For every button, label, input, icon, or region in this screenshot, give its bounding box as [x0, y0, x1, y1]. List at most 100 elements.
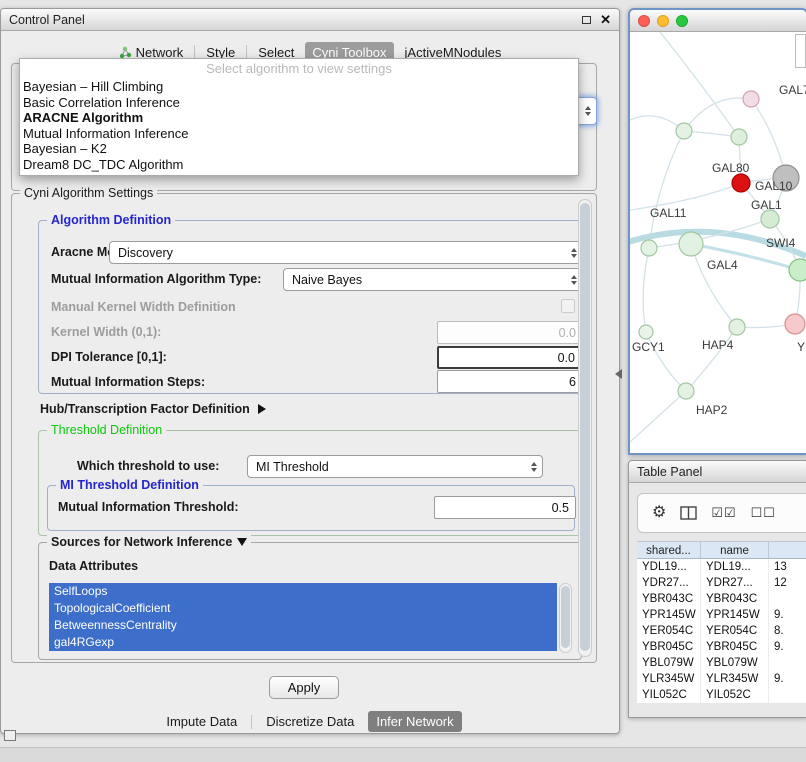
table-panel-titlebar[interactable]: Table Panel	[629, 461, 806, 483]
dpi-tolerance-label: DPI Tolerance [0,1]:	[51, 350, 167, 364]
algorithm-dropdown-placeholder[interactable]: Select algorithm to view settings	[20, 59, 578, 79]
network-node[interactable]	[785, 314, 805, 334]
columns-icon[interactable]	[680, 506, 697, 520]
table-cell: YBL079W	[701, 655, 769, 671]
algorithm-definition-group: Algorithm Definition Aracne Mode: Discov…	[38, 220, 582, 394]
network-node[interactable]	[731, 129, 747, 145]
which-threshold-combo[interactable]: MI Threshold	[247, 455, 543, 478]
table-cell: YDL19...	[637, 559, 701, 575]
table-cell: 13	[769, 559, 806, 575]
network-node[interactable]	[676, 123, 692, 139]
algorithm-option[interactable]: Bayesian – Hill Climbing	[20, 79, 578, 95]
gear-icon[interactable]: ⚙	[652, 505, 666, 521]
table-row[interactable]: YBR043CYBR043C	[637, 591, 806, 607]
algorithm-option[interactable]: Basic Correlation Inference	[20, 95, 578, 111]
mi-type-combo[interactable]: Naive Bayes	[283, 268, 583, 291]
combo-stepper-icon	[571, 248, 577, 258]
network-node[interactable]	[678, 383, 694, 399]
network-node[interactable]	[743, 91, 759, 107]
network-node[interactable]	[641, 240, 657, 256]
tab-infer-network[interactable]: Infer Network	[368, 711, 461, 732]
mi-steps-input[interactable]	[437, 370, 583, 393]
table-header-row: shared...name	[637, 541, 806, 559]
scrollbar-thumb[interactable]	[580, 203, 590, 651]
float-window-icon[interactable]	[582, 16, 591, 24]
threshold-definition-title: Threshold Definition	[47, 423, 166, 437]
table-cell: YLR345W	[701, 671, 769, 687]
table-column-header[interactable]: shared...	[637, 541, 701, 559]
table-cell	[769, 655, 806, 671]
algorithm-option[interactable]: Bayesian – K2	[20, 141, 578, 157]
table-cell: YPR145W	[701, 607, 769, 623]
attributes-list-scrollbar[interactable]	[559, 583, 572, 653]
table-row[interactable]: YDR27...YDR27...12	[637, 575, 806, 591]
network-node[interactable]	[732, 174, 750, 192]
network-edge	[684, 98, 751, 131]
settings-scrollbar[interactable]	[578, 199, 592, 657]
network-node[interactable]	[789, 259, 806, 281]
minimize-traffic-light-icon[interactable]	[657, 15, 669, 27]
attribute-list-item[interactable]: SelfLoops	[49, 583, 557, 600]
attribute-list-item[interactable]: BetweennessCentrality	[49, 617, 557, 634]
control-panel-titlebar[interactable]: Control Panel ✕	[1, 9, 619, 31]
network-node-label: GAL4	[707, 258, 738, 272]
zoom-traffic-light-icon[interactable]	[676, 15, 688, 27]
panel-splitter-arrow-icon[interactable]	[615, 369, 622, 379]
table-panel-title: Table Panel	[637, 465, 702, 479]
table-row[interactable]: YDL19...YDL19...13	[637, 559, 806, 575]
table-column-header[interactable]	[769, 541, 806, 559]
deselect-all-icon[interactable]: ☐☐	[751, 505, 776, 521]
window-title: Control Panel	[9, 13, 85, 27]
dpi-tolerance-input[interactable]	[437, 346, 583, 369]
data-attributes-list: SelfLoopsTopologicalCoefficientBetweenne…	[49, 583, 557, 653]
expander-expanded-icon	[237, 538, 247, 546]
close-icon[interactable]: ✕	[600, 13, 611, 26]
network-node[interactable]	[639, 325, 653, 339]
dock-window-icon[interactable]	[4, 730, 16, 741]
table-cell: YBR045C	[701, 639, 769, 655]
table-cell: YBR043C	[637, 591, 701, 607]
mi-threshold-label: Mutual Information Threshold:	[58, 500, 239, 514]
algorithm-option[interactable]: ARACNE Algorithm	[20, 110, 578, 126]
algorithm-option[interactable]: Mutual Information Inference	[20, 126, 578, 142]
attribute-list-item[interactable]: TopologicalCoefficient	[49, 600, 557, 617]
network-vscroll[interactable]	[795, 34, 806, 68]
table-cell: 9.	[769, 671, 806, 687]
apply-button[interactable]: Apply	[269, 676, 339, 699]
aracne-mode-combo[interactable]: Discovery	[109, 241, 583, 264]
table-cell: YER054C	[637, 623, 701, 639]
close-traffic-light-icon[interactable]	[638, 15, 650, 27]
node-table: shared...name YDL19...YDL19...13YDR27...…	[637, 541, 806, 703]
select-all-icon[interactable]: ☑☑	[711, 505, 736, 521]
table-row[interactable]: YBL079WYBL079W	[637, 655, 806, 671]
kernel-width-label: Kernel Width (0,1):	[51, 325, 161, 339]
sources-group-title[interactable]: Sources for Network Inference	[47, 535, 251, 549]
network-canvas[interactable]: GAL7GAL80GAL10GAL11GAL1SWI4GAL4GCY1HAP4Y…	[630, 32, 806, 453]
hub-definition-expander[interactable]: Hub/Transcription Factor Definition	[40, 402, 266, 416]
network-node[interactable]	[729, 319, 745, 335]
table-cell: 9.	[769, 639, 806, 655]
mi-threshold-input[interactable]	[434, 496, 576, 519]
kernel-width-input[interactable]	[437, 321, 583, 344]
table-row[interactable]: YIL052CYIL052C	[637, 687, 806, 703]
tab-discretize-data[interactable]: Discretize Data	[258, 711, 362, 732]
algorithm-option[interactable]: Dream8 DC_TDC Algorithm	[20, 157, 578, 173]
tab-impute-data[interactable]: Impute Data	[158, 711, 245, 732]
table-row[interactable]: YER054CYER054C8.	[637, 623, 806, 639]
network-window-titlebar[interactable]	[630, 10, 806, 32]
network-node-label: Y	[797, 340, 805, 354]
scrollbar-thumb[interactable]	[561, 586, 570, 648]
attribute-list-item[interactable]: gal4RGexp	[49, 634, 557, 651]
tab-separator	[194, 45, 195, 59]
table-column-header[interactable]: name	[701, 541, 769, 559]
network-node[interactable]	[679, 232, 703, 256]
table-row[interactable]: YBR045CYBR045C9.	[637, 639, 806, 655]
cyni-bottom-tabs: Impute Data Discretize Data Infer Networ…	[1, 709, 619, 734]
network-node[interactable]	[761, 210, 779, 228]
manual-kernel-checkbox[interactable]	[561, 299, 575, 313]
algorithm-dropdown: Select algorithm to view settings Bayesi…	[19, 58, 579, 176]
settings-group-title: Cyni Algorithm Settings	[20, 186, 157, 200]
network-tab-icon	[119, 46, 132, 59]
table-row[interactable]: YPR145WYPR145W9.	[637, 607, 806, 623]
table-row[interactable]: YLR345WYLR345W9.	[637, 671, 806, 687]
